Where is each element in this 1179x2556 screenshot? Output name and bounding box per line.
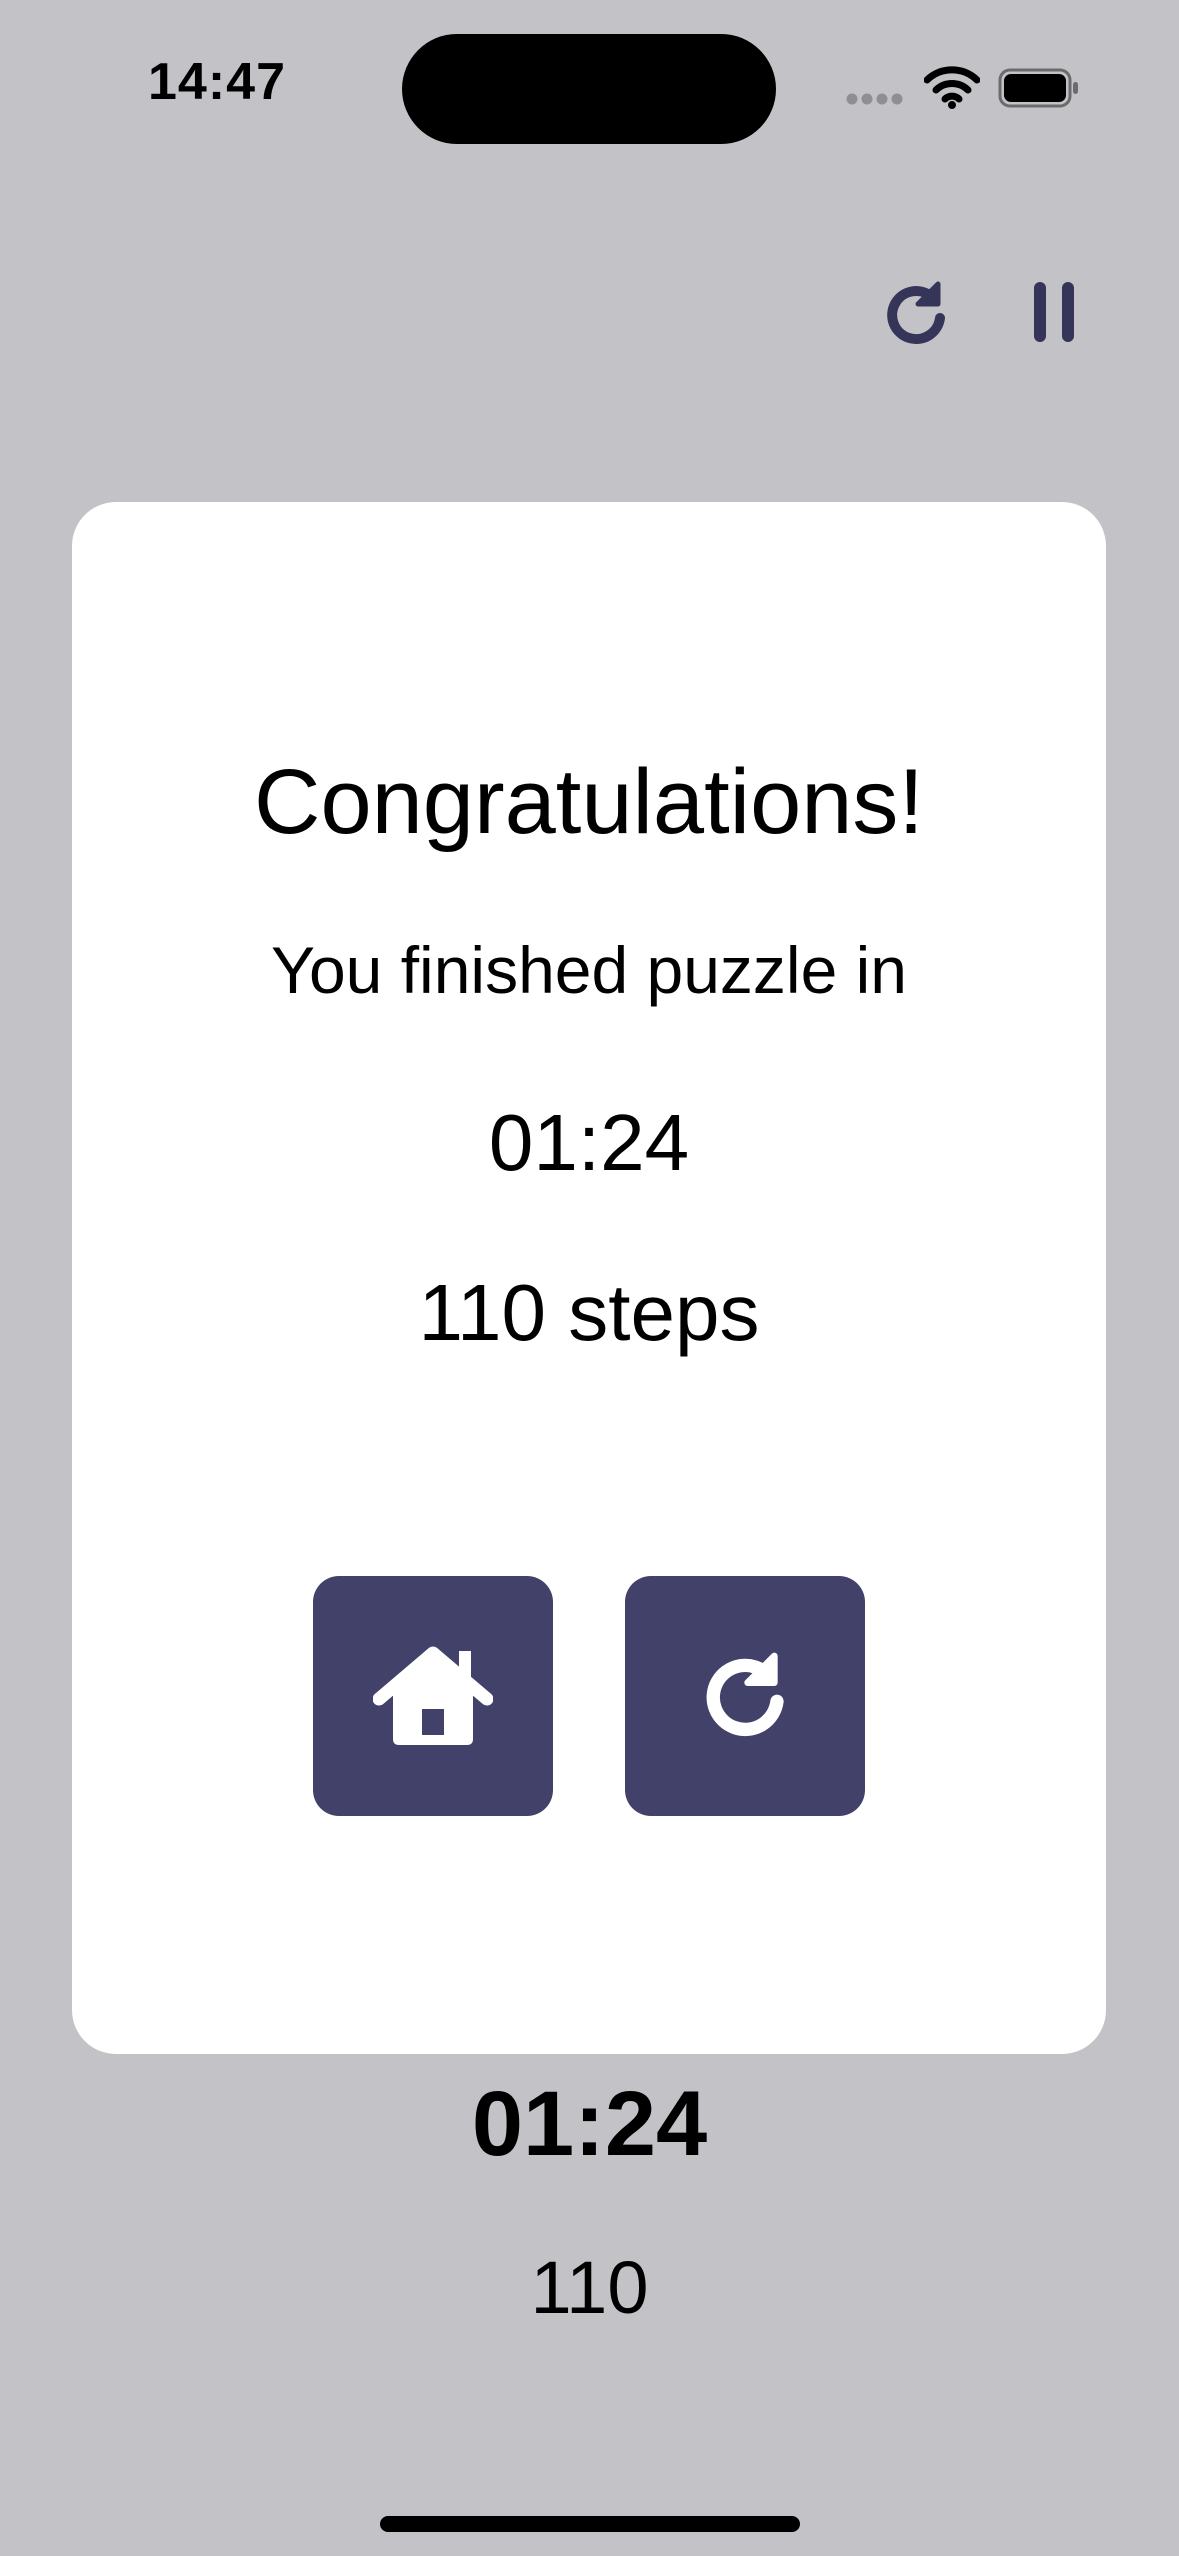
final-time: 01:24: [488, 1098, 690, 1187]
game-timer: 01:24: [471, 2073, 708, 2175]
home-icon: [373, 1646, 493, 1745]
wifi-icon: [924, 66, 980, 109]
battery-icon: [998, 68, 1078, 108]
completion-dialog: Congratulations! You finished puzzle in …: [72, 502, 1106, 2054]
move-counter: 110: [530, 2246, 649, 2329]
dialog-subtitle: You finished puzzle in: [270, 933, 908, 1007]
home-indicator[interactable]: [380, 2516, 800, 2532]
cellular-signal-icon: [846, 93, 903, 105]
final-steps: 110 steps: [418, 1268, 760, 1357]
restart-icon: [706, 1652, 784, 1737]
home-button[interactable]: [313, 1576, 553, 1816]
play-again-button[interactable]: [625, 1576, 865, 1816]
status-time: 14:47: [148, 53, 286, 111]
restart-icon[interactable]: [880, 278, 952, 350]
dialog-title: Congratulations!: [254, 751, 924, 853]
pause-icon[interactable]: [1032, 280, 1076, 344]
dynamic-island: [402, 34, 776, 144]
